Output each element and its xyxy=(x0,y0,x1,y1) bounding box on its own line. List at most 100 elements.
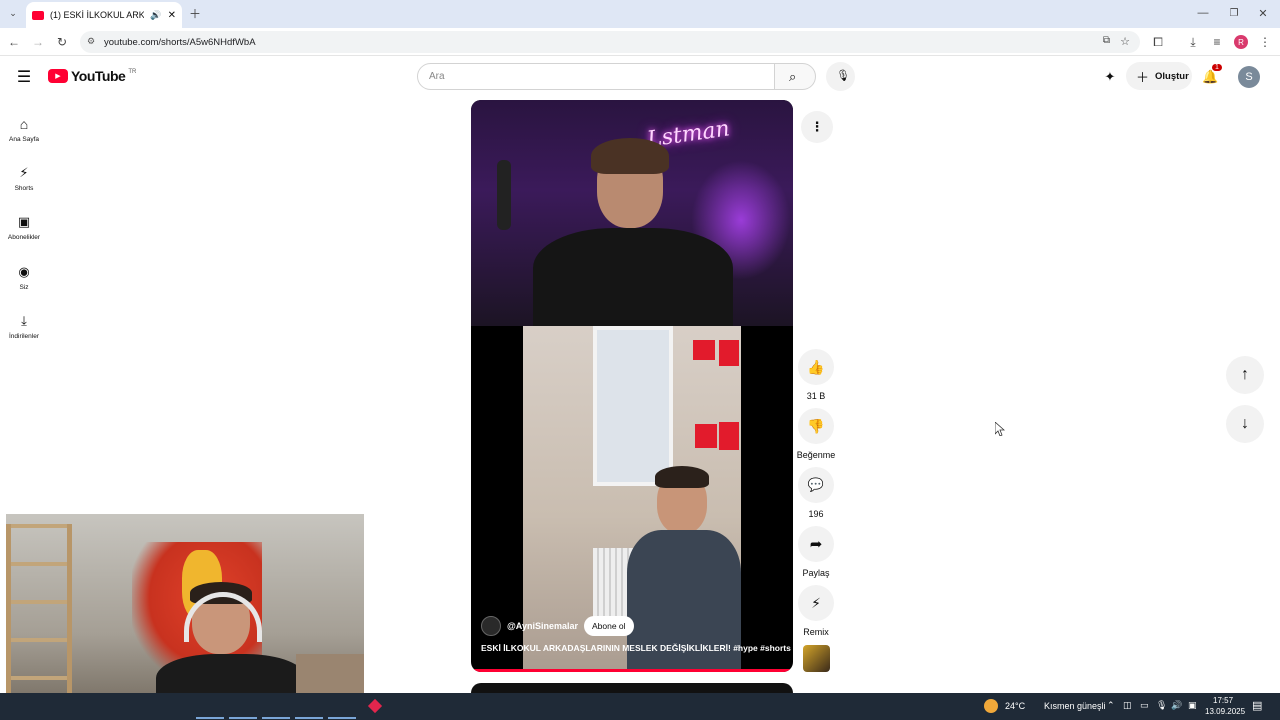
cast-icon[interactable]: ✦ xyxy=(1100,68,1120,86)
minimize-icon[interactable]: — xyxy=(1196,6,1210,20)
remix-icon: ⚡ xyxy=(811,594,821,611)
forward-icon[interactable]: → xyxy=(30,35,46,49)
extensions-icon[interactable]: ⧠ xyxy=(1150,35,1166,49)
sidebar-item-downloads[interactable]: ⤓ İndirilenler xyxy=(0,303,48,349)
windows-taskbar: 24°C Kısmen güneşli ⌃ ◫ ▭ 🎙 🔊 ▣ 17:57 13… xyxy=(0,693,1280,720)
channel-row: @AyniSinemalar Abone ol xyxy=(481,616,634,636)
shorts-video-player[interactable]: Lstman @AyniSinemalar Abone ol ESKİ İLKO… xyxy=(471,100,793,672)
sidebar-item-label: Abonelikler xyxy=(7,233,41,241)
tray-app-icon[interactable]: ◫ xyxy=(1123,700,1132,711)
browser-tab-bar: ⌄ (1) ESKİ İLKOKUL ARKADAŞ 🔊 ✕ ＋ — ❐ ✕ xyxy=(0,0,1280,28)
restore-icon[interactable]: ❐ xyxy=(1227,6,1241,20)
youtube-header: ☰ ▶ YouTube TR Ara ⌕ 🎙 ✦ ＋ Oluştur 🔔 1 S xyxy=(0,56,1280,98)
shorts-icon: ⚡ xyxy=(19,164,29,180)
media-controls-icon[interactable]: ≡ xyxy=(1209,35,1225,49)
caption-text: ESKİ İLKOKUL ARKADAŞLARININ MESLEK DEĞİŞ… xyxy=(481,643,734,653)
channel-name[interactable]: @AyniSinemalar xyxy=(507,621,578,631)
tab-close-icon[interactable]: ✕ xyxy=(168,10,176,21)
sound-thumbnail[interactable] xyxy=(803,645,830,672)
sidebar-item-label: Ana Sayfa xyxy=(9,135,39,143)
sidebar-item-you[interactable]: ◉ Siz xyxy=(0,254,48,300)
reload-icon[interactable]: ↻ xyxy=(54,35,70,49)
hamburger-menu-icon[interactable]: ☰ xyxy=(14,68,34,86)
downloads-icon[interactable]: ⤓ xyxy=(1185,35,1201,49)
browser-tab[interactable]: (1) ESKİ İLKOKUL ARKADAŞ 🔊 ✕ xyxy=(26,2,182,28)
create-button[interactable]: ＋ Oluştur xyxy=(1126,62,1192,90)
search-input[interactable]: Ara xyxy=(417,63,775,90)
search-button[interactable]: ⌕ xyxy=(774,63,816,90)
comments-button[interactable]: 💬 xyxy=(798,467,834,503)
video-progress-fill xyxy=(471,669,793,672)
turkish-flag xyxy=(719,422,739,450)
dislike-label: Beğenme xyxy=(796,450,836,460)
profile-avatar[interactable]: R xyxy=(1234,35,1248,49)
search-icon: ⌕ xyxy=(789,69,797,84)
share-button[interactable]: ➦ xyxy=(798,526,834,562)
dislike-action: 👎 Beğenme xyxy=(796,408,836,460)
sidebar-item-home[interactable]: ⌂ Ana Sayfa xyxy=(0,106,48,152)
bookmark-star-icon[interactable]: ☆ xyxy=(1120,35,1130,48)
voice-search-button[interactable]: 🎙 xyxy=(826,62,855,91)
address-bar[interactable]: ⚙ youtube.com/shorts/A5w6NHdfWbA ⧉ ☆ xyxy=(80,31,1140,53)
share-action: ➦ Paylaş xyxy=(796,526,836,578)
streamer-hair xyxy=(591,138,669,174)
network-icon[interactable]: ▭ xyxy=(1140,700,1149,711)
caption-hashtags[interactable]: #hype #shorts xyxy=(733,643,791,653)
video-progress-bar[interactable] xyxy=(471,669,793,672)
previous-video-button[interactable]: ↑ xyxy=(1226,356,1264,394)
youtube-play-icon: ▶ xyxy=(48,69,68,83)
clock-time[interactable]: 17:57 xyxy=(1213,696,1233,705)
streamer-body xyxy=(533,228,733,328)
tab-search-icon[interactable]: ⌄ xyxy=(6,6,20,20)
turkish-flag xyxy=(719,340,739,366)
sidebar-item-label: Siz xyxy=(19,283,29,291)
dislike-button[interactable]: 👎 xyxy=(798,408,834,444)
you-icon: ◉ xyxy=(18,263,30,279)
turkish-flag xyxy=(693,340,715,360)
microphone-tray-icon[interactable]: 🎙 xyxy=(1156,700,1167,711)
weather-text[interactable]: Kısmen güneşli xyxy=(1044,701,1106,711)
channel-avatar[interactable] xyxy=(481,616,501,636)
temperature[interactable]: 24°C xyxy=(1005,701,1025,711)
account-avatar[interactable]: S xyxy=(1238,66,1260,88)
notifications-button[interactable]: 🔔 1 xyxy=(1202,64,1222,86)
taskbar-app-icon[interactable] xyxy=(367,698,383,714)
volume-icon[interactable]: 🔊 xyxy=(1171,700,1182,711)
browser-toolbar: ← → ↻ ⚙ youtube.com/shorts/A5w6NHdfWbA ⧉… xyxy=(0,28,1280,56)
back-icon[interactable]: ← xyxy=(6,35,22,49)
home-icon: ⌂ xyxy=(19,115,29,132)
like-button[interactable]: 👍 xyxy=(798,349,834,385)
remix-button[interactable]: ⚡ xyxy=(798,585,834,621)
comment-icon: 💬 xyxy=(807,477,825,492)
sidebar-item-subscriptions[interactable]: ▣ Abonelikler xyxy=(0,204,48,250)
notification-center-icon[interactable]: ▤ xyxy=(1252,699,1262,712)
subscribe-button[interactable]: Abone ol xyxy=(583,616,634,636)
comment-count: 196 xyxy=(808,509,824,519)
weather-icon[interactable] xyxy=(984,699,998,713)
site-info-icon[interactable]: ⚙ xyxy=(87,36,95,47)
webcam-overlay xyxy=(6,514,364,714)
plus-icon: ＋ xyxy=(1136,69,1150,85)
clock-date[interactable]: 13.09.2025 xyxy=(1205,707,1245,716)
tab-audio-icon[interactable]: 🔊 xyxy=(150,10,161,21)
notification-badge: 1 xyxy=(1212,64,1222,71)
thumbs-up-icon: 👍 xyxy=(807,358,825,375)
close-window-icon[interactable]: ✕ xyxy=(1256,6,1270,20)
sidebar-item-shorts[interactable]: ⚡ Shorts xyxy=(0,155,48,201)
browser-menu-icon[interactable]: ⋮ xyxy=(1258,35,1272,49)
display-icon[interactable]: ▣ xyxy=(1188,700,1197,711)
create-label: Oluştur xyxy=(1155,70,1189,82)
like-action: 👍 31 B xyxy=(796,349,836,401)
sidebar-item-label: Shorts xyxy=(14,184,34,192)
youtube-logo[interactable]: ▶ YouTube TR xyxy=(48,68,136,84)
install-icon[interactable]: ⧉ xyxy=(1103,35,1110,46)
share-label: Paylaş xyxy=(802,568,830,578)
more-vert-icon: ⋮ xyxy=(810,119,824,134)
more-options-button[interactable]: ⋮ xyxy=(801,111,833,143)
url-text: youtube.com/shorts/A5w6NHdfWbA xyxy=(104,36,256,48)
video-caption[interactable]: ESKİ İLKOKUL ARKADAŞLARININ MESLEK DEĞİŞ… xyxy=(481,643,793,653)
new-tab-icon[interactable]: ＋ xyxy=(188,6,202,21)
show-hidden-icons-icon[interactable]: ⌃ xyxy=(1107,700,1115,711)
next-video-button[interactable]: ↓ xyxy=(1226,405,1264,443)
arrow-down-icon: ↓ xyxy=(1241,415,1249,432)
